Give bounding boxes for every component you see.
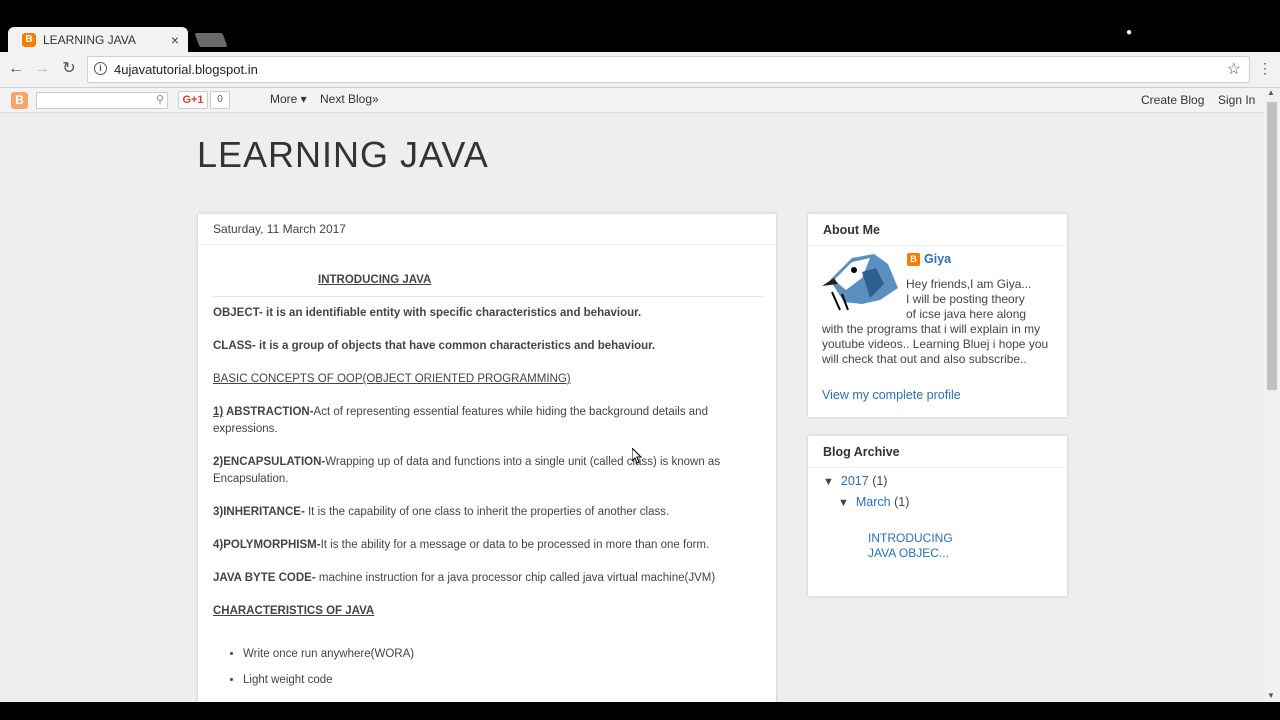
blog-post: Saturday, 11 March 2017 INTRODUCING JAVA…: [198, 214, 776, 702]
definition-object: OBJECT- it is an identifiable entity wit…: [213, 307, 642, 319]
browser-menu-icon[interactable]: ⋮: [1258, 60, 1272, 77]
concept-polymorphism: 4)POLYMORPHISM-It is the ability for a m…: [213, 539, 710, 551]
address-bar[interactable]: i 4ujavatutorial.blogspot.in ☆: [87, 56, 1250, 83]
back-arrow-icon[interactable]: ←: [7, 60, 25, 78]
search-icon[interactable]: ⚲: [156, 93, 164, 106]
definition-class: CLASS- it is a group of objects that hav…: [213, 340, 656, 352]
blogger-navbar: B ⚲ G+1 0 More ▾ Next Blog» Create Blog …: [0, 88, 1264, 113]
archive-month[interactable]: ▼ March (1): [838, 495, 909, 509]
oop-heading: BASIC CONCEPTS OF OOP(OBJECT ORIENTED PR…: [213, 373, 571, 385]
tab-strip: B LEARNING JAVA × ●: [0, 0, 1280, 52]
expand-triangle-icon[interactable]: ▼: [838, 497, 849, 509]
gplus-button[interactable]: G+1: [178, 91, 208, 109]
blog-title[interactable]: LEARNING JAVA: [197, 134, 489, 176]
concept-inheritance: 3)INHERITANCE- It is the capability of o…: [213, 506, 670, 518]
divider: [808, 467, 1067, 468]
forward-arrow-icon[interactable]: →: [33, 60, 51, 78]
page-viewport: B ⚲ G+1 0 More ▾ Next Blog» Create Blog …: [0, 88, 1264, 702]
create-blog-link[interactable]: Create Blog: [1141, 93, 1204, 107]
browser-tab[interactable]: B LEARNING JAVA ×: [8, 27, 188, 52]
blogger-icon: B: [907, 253, 920, 267]
user-profile-icon[interactable]: ●: [1126, 27, 1132, 38]
definition-bytecode: JAVA BYTE CODE- machine instruction for …: [213, 572, 716, 584]
scroll-down-icon[interactable]: ▼: [1267, 691, 1275, 700]
list-item: Light weight code: [243, 672, 763, 689]
gplus-count: 0: [210, 91, 230, 109]
more-menu[interactable]: More ▾: [270, 92, 307, 106]
features-list: Write once run anywhere(WORA) Light weig…: [213, 646, 763, 689]
expand-triangle-icon[interactable]: ▼: [823, 476, 834, 488]
scroll-up-icon[interactable]: ▲: [1267, 88, 1275, 97]
about-me-widget: About Me B Giya Hey friends,I am Giya... …: [808, 214, 1067, 417]
widget-title: Blog Archive: [823, 445, 900, 459]
concept-encapsulation: 2)ENCAPSULATION-Wrapping up of data and …: [213, 456, 721, 485]
tab-close-icon[interactable]: ×: [168, 32, 182, 48]
about-description: Hey friends,I am Giya... I will be posti…: [822, 277, 1049, 366]
blog-search-input[interactable]: ⚲: [36, 92, 168, 109]
divider: [198, 244, 776, 245]
divider: [213, 296, 763, 297]
next-blog-link[interactable]: Next Blog»: [320, 92, 379, 106]
info-icon[interactable]: i: [94, 62, 107, 75]
view-profile-link[interactable]: View my complete profile: [822, 388, 961, 402]
archive-year[interactable]: ▼ 2017 (1): [823, 474, 887, 488]
post-heading: INTRODUCING JAVA: [318, 274, 432, 286]
scroll-thumb[interactable]: [1267, 102, 1277, 390]
profile-name-link[interactable]: B Giya: [907, 252, 951, 267]
mouse-cursor-icon: [632, 448, 642, 464]
browser-toolbar: ← → ↻ i 4ujavatutorial.blogspot.in ☆ ⋮: [0, 52, 1280, 88]
concept-abstraction: 1) ABSTRACTION-Act of representing essen…: [213, 406, 708, 435]
blogger-favicon-icon: B: [22, 32, 36, 47]
vertical-scrollbar[interactable]: ▲ ▼: [1264, 88, 1280, 702]
bottom-edge: [0, 702, 1280, 720]
divider: [808, 245, 1067, 246]
list-item: Write once run anywhere(WORA): [243, 646, 763, 663]
widget-title: About Me: [823, 223, 880, 237]
new-tab-button[interactable]: [194, 33, 228, 47]
post-body: INTRODUCING JAVA OBJECT- it is an identi…: [213, 272, 763, 698]
url-text[interactable]: 4ujavatutorial.blogspot.in: [114, 62, 258, 77]
post-date: Saturday, 11 March 2017: [213, 222, 346, 236]
reload-icon[interactable]: ↻: [60, 60, 78, 78]
characteristics-heading: CHARACTERISTICS OF JAVA: [213, 605, 375, 617]
blog-archive-widget: Blog Archive ▼ 2017 (1) ▼ March (1) INTROD…: [808, 436, 1067, 596]
sign-in-link[interactable]: Sign In: [1218, 93, 1255, 107]
archive-post-link[interactable]: INTRODUCING JAVA OBJEC...: [868, 531, 978, 561]
blogger-logo-icon[interactable]: B: [11, 92, 28, 109]
bookmark-star-icon[interactable]: ☆: [1227, 59, 1241, 79]
tab-title: LEARNING JAVA: [43, 32, 136, 47]
